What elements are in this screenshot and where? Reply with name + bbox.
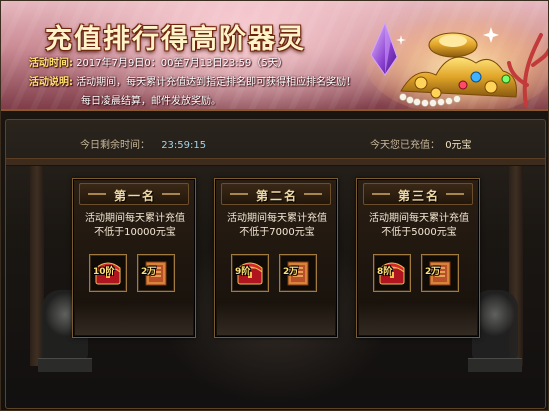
rank-requirement-line1: 活动期间每天累计充值 xyxy=(85,213,185,224)
reward-slot-scroll[interactable]: 2万 xyxy=(279,254,317,292)
rank-requirement: 活动期间每天累计充值 不低于5000元宝 xyxy=(361,212,477,240)
event-banner: 充值排行得高阶器灵 活动时间: 2017年7月9日0：00至7月13日23:59… xyxy=(1,1,548,111)
event-title: 充值排行得高阶器灵 xyxy=(45,24,306,55)
event-time-label: 活动时间: xyxy=(29,58,73,69)
rank-requirement: 活动期间每天累计充值 不低于10000元宝 xyxy=(77,212,193,240)
event-window: 充值排行得高阶器灵 活动时间: 2017年7月9日0：00至7月13日23:59… xyxy=(0,0,549,411)
rank-requirement-line2: 不低于7000元宝 xyxy=(239,227,315,238)
reward-chest-label: 9阶 xyxy=(235,267,251,277)
rank-card-third: 第三名 活动期间每天累计充值 不低于5000元宝 8阶 2万 xyxy=(356,178,480,338)
rank-card-header: 第三名 xyxy=(363,183,473,205)
rank-card-header: 第二名 xyxy=(221,183,331,205)
background-beam xyxy=(6,158,545,166)
remaining-time-label: 今日剩余时间： xyxy=(80,140,150,151)
reward-slot-scroll[interactable]: 2万 xyxy=(421,254,459,292)
remaining-time: 今日剩余时间： 23:59:15 xyxy=(80,136,206,151)
event-desc-line2: 每日凌晨结算，邮件发放奖励。 xyxy=(81,96,221,107)
rank-requirement: 活动期间每天累计充值 不低于7000元宝 xyxy=(219,212,335,240)
rank-title: 第一名 xyxy=(113,189,156,203)
recharged-today: 今天您已充值： 0元宝 xyxy=(370,136,472,151)
rank-requirement-line1: 活动期间每天累计充值 xyxy=(227,213,327,224)
rank-panel: 今日剩余时间： 23:59:15 今天您已充值： 0元宝 第一名 活动期间每天累… xyxy=(5,119,546,409)
event-time-row: 活动时间: 2017年7月9日0：00至7月13日23:59（5天） xyxy=(29,54,288,69)
reward-slot-chest[interactable]: 8阶 xyxy=(373,254,411,292)
recharged-today-label: 今天您已充值： xyxy=(370,140,440,151)
treasure-art xyxy=(366,15,548,109)
reward-scroll-label: 2万 xyxy=(141,267,157,277)
recharged-today-value: 0元宝 xyxy=(445,140,472,151)
reward-scroll-label: 2万 xyxy=(425,267,441,277)
stone-lion-base xyxy=(38,358,92,372)
rank-card-header: 第一名 xyxy=(79,183,189,205)
event-desc-label: 活动说明: xyxy=(29,77,73,88)
remaining-time-value: 23:59:15 xyxy=(161,140,207,151)
reward-chest-label: 8阶 xyxy=(377,267,393,277)
rank-requirement-line1: 活动期间每天累计充值 xyxy=(369,213,469,224)
event-time-value: 2017年7月9日0：00至7月13日23:59（5天） xyxy=(76,58,288,69)
reward-chest-label: 10阶 xyxy=(93,267,115,277)
rank-requirement-line2: 不低于10000元宝 xyxy=(94,227,176,238)
rank-title: 第二名 xyxy=(255,189,298,203)
rank-card-first: 第一名 活动期间每天累计充值 不低于10000元宝 10阶 2万 xyxy=(72,178,196,338)
rank-requirement-line2: 不低于5000元宝 xyxy=(381,227,457,238)
event-desc-line1: 活动期间，每天累计充值达到指定排名即可获得相应排名奖励！ xyxy=(76,77,357,88)
reward-slot-chest[interactable]: 9阶 xyxy=(231,254,269,292)
event-desc-row: 活动说明: 活动期间，每天累计充值达到指定排名即可获得相应排名奖励！ xyxy=(29,73,356,88)
rank-title: 第三名 xyxy=(397,189,440,203)
reward-slot-scroll[interactable]: 2万 xyxy=(137,254,175,292)
reward-scroll-label: 2万 xyxy=(283,267,299,277)
reward-slot-chest[interactable]: 10阶 xyxy=(89,254,127,292)
stone-lion-base xyxy=(468,358,522,372)
rank-card-second: 第二名 活动期间每天累计充值 不低于7000元宝 9阶 2万 xyxy=(214,178,338,338)
